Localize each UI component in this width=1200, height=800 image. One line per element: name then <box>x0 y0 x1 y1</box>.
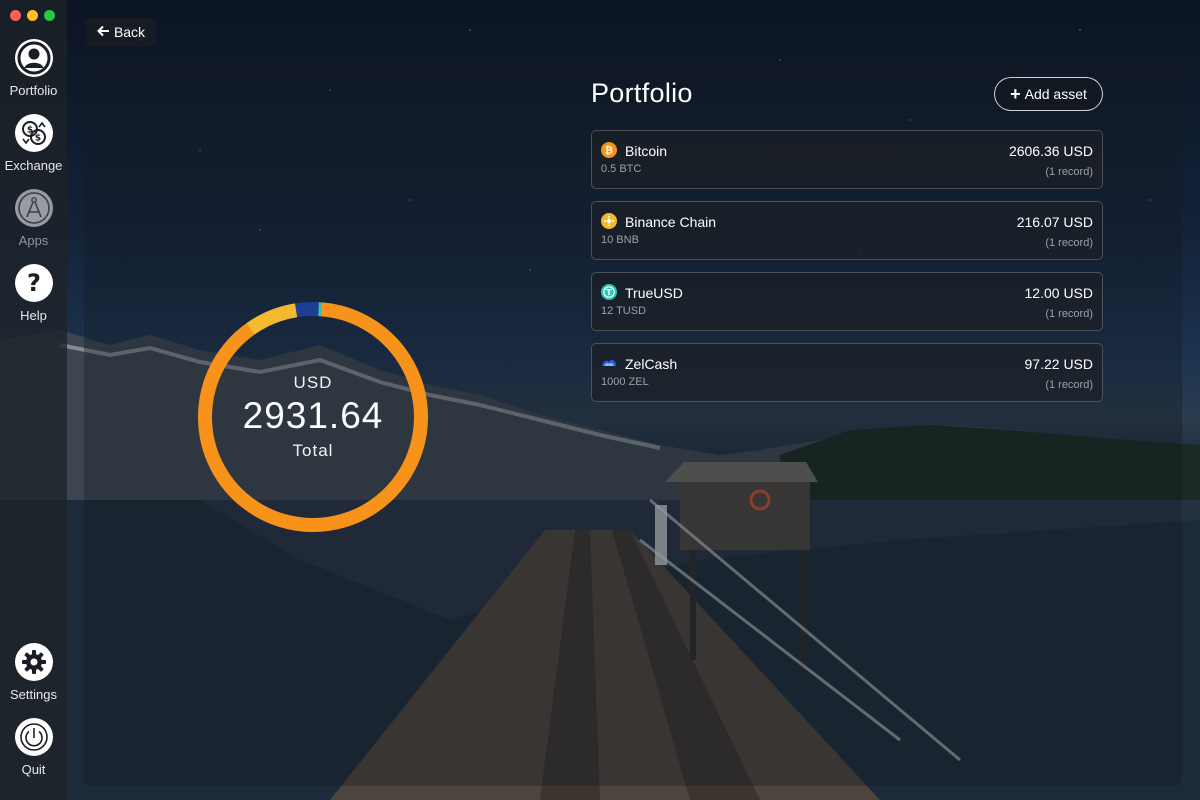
asset-records: (1 record) <box>1045 166 1093 178</box>
page-title: Portfolio <box>591 78 693 108</box>
asset-name: Binance Chain <box>625 214 717 230</box>
total-currency: USD <box>293 373 333 392</box>
asset-value: 2606.36 USD <box>1008 143 1093 159</box>
svg-text:?: ? <box>27 269 41 297</box>
add-asset-label: Add asset <box>1024 86 1087 102</box>
zoom-window-button[interactable] <box>44 10 55 21</box>
sidebar-item-label: Quit <box>21 762 46 777</box>
asset-card-trueusd[interactable]: T TrueUSD 12 TUSD 12.00 USD (1 record) <box>591 272 1103 331</box>
svg-text:$: $ <box>34 134 40 144</box>
asset-value: 12.00 USD <box>1024 285 1093 301</box>
sidebar-item-portfolio[interactable]: Portfolio <box>0 39 67 98</box>
bitcoin-icon: ₿ <box>601 142 617 158</box>
help-icon: ? <box>14 264 53 302</box>
asset-amount: 0.5 BTC <box>601 163 642 175</box>
sidebar-item-label: Apps <box>18 233 49 248</box>
svg-text:T: T <box>606 288 612 297</box>
asset-amount: 10 BNB <box>601 234 639 246</box>
close-window-button[interactable] <box>10 10 21 21</box>
back-button[interactable]: Back <box>86 18 156 46</box>
svg-text:$: $ <box>26 126 32 136</box>
sidebar-item-label: Settings <box>10 687 57 702</box>
apps-compass-icon <box>14 189 53 227</box>
gear-icon <box>14 643 53 681</box>
asset-card-zelcash[interactable]: ZelCash 1000 ZEL 97.22 USD (1 record) <box>591 343 1103 402</box>
zelcash-icon <box>601 355 617 371</box>
plus-icon: + <box>1010 84 1021 104</box>
asset-card-binance-chain[interactable]: Binance Chain 10 BNB 216.07 USD (1 recor… <box>591 201 1103 260</box>
exchange-icon: $ $ <box>14 114 53 152</box>
minimize-window-button[interactable] <box>27 10 38 21</box>
binance-icon <box>601 213 617 229</box>
user-icon <box>14 39 53 77</box>
asset-name: TrueUSD <box>625 285 683 301</box>
total-label: Total <box>292 441 334 460</box>
sidebar: Portfolio $ $ Exchange Apps ? Help Setti… <box>0 0 67 800</box>
sidebar-item-help[interactable]: ? Help <box>0 264 67 323</box>
sidebar-item-label: Exchange <box>4 158 63 173</box>
asset-list: ₿ Bitcoin 0.5 BTC 2606.36 USD (1 record)… <box>591 130 1103 414</box>
asset-records: (1 record) <box>1045 308 1093 320</box>
asset-records: (1 record) <box>1045 379 1093 391</box>
total-value: 2931.64 <box>242 395 384 436</box>
asset-records: (1 record) <box>1045 237 1093 249</box>
power-icon <box>14 718 53 756</box>
sidebar-item-quit[interactable]: Quit <box>0 718 67 777</box>
arrow-left-icon <box>97 24 110 40</box>
donut-center: USD 2931.64 Total <box>196 300 430 534</box>
window-controls <box>10 10 55 21</box>
svg-text:₿: ₿ <box>605 145 613 157</box>
sidebar-item-settings[interactable]: Settings <box>0 643 67 702</box>
sidebar-item-label: Portfolio <box>9 83 58 98</box>
sidebar-item-exchange[interactable]: $ $ Exchange <box>0 114 67 173</box>
asset-amount: 12 TUSD <box>601 305 647 317</box>
asset-name: Bitcoin <box>625 143 668 159</box>
sidebar-item-apps[interactable]: Apps <box>0 189 67 248</box>
back-label: Back <box>113 24 146 40</box>
asset-name: ZelCash <box>625 356 678 372</box>
sidebar-item-label: Help <box>20 308 47 323</box>
asset-value: 216.07 USD <box>1016 214 1093 230</box>
trueusd-icon: T <box>601 284 617 300</box>
asset-value: 97.22 USD <box>1024 356 1093 372</box>
asset-amount: 1000 ZEL <box>601 376 649 388</box>
asset-card-bitcoin[interactable]: ₿ Bitcoin 0.5 BTC 2606.36 USD (1 record) <box>591 130 1103 189</box>
add-asset-button[interactable]: + Add asset <box>994 77 1103 111</box>
